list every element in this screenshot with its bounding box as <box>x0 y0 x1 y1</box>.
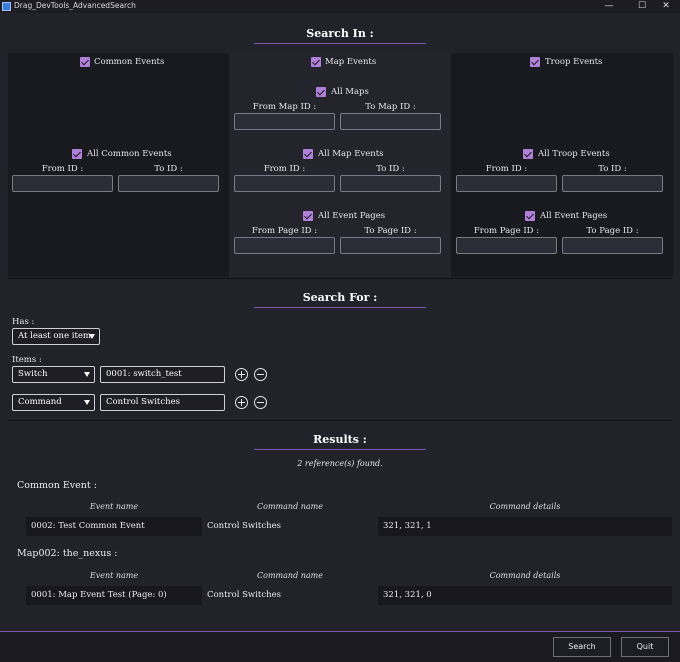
column-header-command-details: Command details <box>489 502 561 511</box>
map-from-page-id-input[interactable] <box>234 237 335 254</box>
map-to-id-input[interactable] <box>340 175 441 192</box>
search-in-heading: Search In : <box>306 27 374 40</box>
search-for-heading: Search For : <box>302 291 378 304</box>
item-value-input[interactable]: Control Switches <box>100 394 225 411</box>
minus-icon <box>257 402 264 404</box>
add-item-button[interactable] <box>235 396 248 409</box>
column-header-command-details: Command details <box>489 571 561 580</box>
common-events-checkbox[interactable] <box>80 57 90 67</box>
item-type-select[interactable]: Switch <box>12 366 95 383</box>
item-type-select[interactable]: Command <box>12 394 95 411</box>
troop-from-id-label: From ID : <box>485 164 528 174</box>
common-to-id-label: To ID : <box>154 164 183 174</box>
map-to-page-id-input[interactable] <box>340 237 441 254</box>
remove-item-button[interactable] <box>254 368 267 381</box>
minus-icon <box>257 374 264 376</box>
troop-all-event-pages-label: All Event Pages <box>540 211 608 221</box>
result-event-name[interactable]: 0001: Map Event Test (Page: 0) <box>26 586 202 605</box>
common-from-id-input[interactable] <box>12 175 113 192</box>
result-group-title: Common Event : <box>17 480 97 491</box>
troop-events-label: Troop Events <box>545 57 603 67</box>
all-troop-events-checkbox[interactable] <box>523 149 533 159</box>
all-maps-label: All Maps <box>331 87 369 97</box>
results-heading: Results : <box>313 433 367 446</box>
section-divider <box>8 420 672 421</box>
map-all-event-pages-checkbox[interactable] <box>303 211 313 221</box>
window-title: Drag_DevTools_AdvancedSearch <box>14 1 136 10</box>
common-events-label: Common Events <box>94 57 165 67</box>
result-command-name[interactable]: Control Switches <box>202 586 378 605</box>
item-type-value: Switch <box>18 369 48 379</box>
item-value-input[interactable]: 0001: switch_test <box>100 366 225 383</box>
search-in-underline <box>254 43 426 44</box>
common-to-id-input[interactable] <box>118 175 219 192</box>
map-all-event-pages-label: All Event Pages <box>318 211 386 221</box>
result-command-details[interactable]: 321, 321, 1 <box>378 517 672 536</box>
result-command-name[interactable]: Control Switches <box>202 517 378 536</box>
map-from-id-label: From ID : <box>263 164 306 174</box>
map-events-checkbox[interactable] <box>311 57 321 67</box>
chevron-down-icon <box>84 372 90 377</box>
has-label: Has : <box>12 317 35 327</box>
troop-to-id-label: To ID : <box>598 164 627 174</box>
troop-from-page-id-input[interactable] <box>456 237 557 254</box>
column-header-command-name: Command name <box>257 571 323 580</box>
map-events-label: Map Events <box>325 57 377 67</box>
title-bar: Drag_DevTools_AdvancedSearch — ☐ ✕ <box>0 0 680 13</box>
all-map-events-label: All Map Events <box>318 149 384 159</box>
troop-events-checkbox[interactable] <box>530 57 540 67</box>
all-maps-checkbox[interactable] <box>316 87 326 97</box>
from-map-id-label: From Map ID : <box>252 102 317 112</box>
items-label: Items : <box>12 355 42 365</box>
remove-item-button[interactable] <box>254 396 267 409</box>
chevron-down-icon <box>84 400 90 405</box>
has-select[interactable]: At least one item <box>12 328 100 345</box>
search-for-underline <box>254 307 426 308</box>
plus-icon-stem <box>241 371 243 378</box>
all-common-events-label: All Common Events <box>87 149 172 159</box>
close-button[interactable]: ✕ <box>652 0 680 13</box>
from-map-id-input[interactable] <box>234 113 335 130</box>
add-item-button[interactable] <box>235 368 248 381</box>
search-button[interactable]: Search <box>553 637 611 657</box>
result-group-title: Map002: the_nexus : <box>17 548 118 559</box>
minimize-button[interactable]: — <box>595 0 623 13</box>
all-common-events-checkbox[interactable] <box>72 149 82 159</box>
troop-to-page-id-input[interactable] <box>562 237 663 254</box>
troop-all-event-pages-checkbox[interactable] <box>525 211 535 221</box>
to-map-id-input[interactable] <box>340 113 441 130</box>
chevron-down-icon <box>89 334 95 339</box>
has-select-value: At least one item <box>18 331 91 341</box>
map-from-id-input[interactable] <box>234 175 335 192</box>
result-event-name[interactable]: 0002: Test Common Event <box>26 517 202 536</box>
troop-to-id-input[interactable] <box>562 175 663 192</box>
app-icon <box>2 2 11 11</box>
item-type-value: Command <box>18 397 62 407</box>
common-from-id-label: From ID : <box>41 164 84 174</box>
column-header-event-name: Event name <box>89 571 139 580</box>
troop-from-page-id-label: From Page ID : <box>473 226 540 236</box>
all-troop-events-label: All Troop Events <box>538 149 610 159</box>
to-map-id-label: To Map ID : <box>365 102 416 112</box>
column-header-command-name: Command name <box>257 502 323 511</box>
results-summary: 2 reference(s) found. <box>297 459 383 468</box>
map-to-id-label: To ID : <box>376 164 405 174</box>
troop-to-page-id-label: To Page ID : <box>586 226 639 236</box>
troop-from-id-input[interactable] <box>456 175 557 192</box>
section-divider <box>8 278 672 279</box>
plus-icon-stem <box>241 399 243 406</box>
all-map-events-checkbox[interactable] <box>303 149 313 159</box>
quit-button[interactable]: Quit <box>621 637 669 657</box>
result-command-details[interactable]: 321, 321, 0 <box>378 586 672 605</box>
map-to-page-id-label: To Page ID : <box>364 226 417 236</box>
results-underline <box>254 449 426 450</box>
column-header-event-name: Event name <box>89 502 139 511</box>
map-from-page-id-label: From Page ID : <box>251 226 318 236</box>
